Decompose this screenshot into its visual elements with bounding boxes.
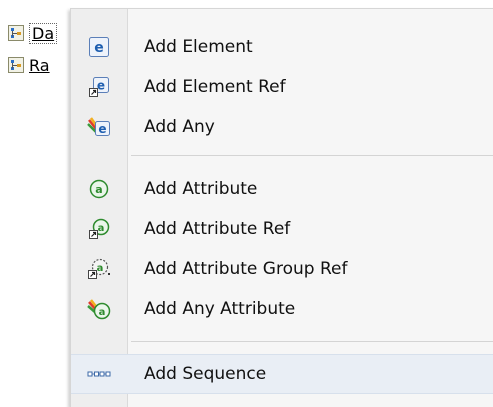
menu-item-add-any[interactable]: e Add Any: [71, 107, 493, 147]
menu-item-add-element-ref[interactable]: e Add Element Ref: [71, 67, 493, 107]
menu-item-label: Add Attribute: [144, 179, 258, 199]
menu-separator: [131, 341, 493, 342]
menu-item-label: Add Any Attribute: [144, 299, 296, 319]
menu-item-add-attribute-group-ref[interactable]: a Add Attribute Group Ref: [71, 249, 493, 289]
context-menu: e Add Element e Add Element Ref e Add An…: [70, 8, 493, 407]
element-ref-icon: e: [87, 75, 111, 99]
attribute-group-ref-icon: a: [87, 257, 111, 281]
svg-text:e: e: [98, 122, 106, 136]
menu-item-label: Add Sequence: [144, 364, 267, 384]
svg-text:a: a: [99, 307, 106, 318]
tree-item-label: Da: [29, 22, 58, 44]
menu-item-label: Add Attribute Ref: [144, 219, 291, 239]
menu-item-add-attribute-ref[interactable]: a Add Attribute Ref: [71, 209, 493, 249]
any-element-icon: e: [87, 115, 111, 139]
any-attribute-icon: a: [87, 297, 111, 321]
svg-text:e: e: [97, 79, 105, 93]
menu-item-add-any-attribute[interactable]: a Add Any Attribute: [71, 289, 493, 329]
menu-item-add-element[interactable]: e Add Element: [71, 27, 493, 67]
sequence-icon: [87, 362, 111, 386]
menu-item-add-attribute[interactable]: a Add Attribute: [71, 169, 493, 209]
tree-item-ra[interactable]: Ra: [8, 52, 50, 78]
menu-item-add-sequence[interactable]: Add Sequence: [71, 354, 493, 394]
tree-item-da[interactable]: Da: [8, 20, 58, 46]
menu-item-label: Add Element: [144, 37, 253, 57]
attribute-ref-icon: a: [87, 217, 111, 241]
svg-text:a: a: [98, 223, 105, 234]
xsd-node-icon: [8, 25, 24, 41]
svg-text:a: a: [95, 183, 102, 196]
menu-separator: [131, 155, 493, 156]
tree-item-label: Ra: [29, 55, 50, 75]
element-icon: e: [87, 35, 111, 59]
xsd-node-icon: [8, 57, 24, 73]
svg-text:e: e: [94, 40, 104, 56]
menu-item-label: Add Element Ref: [144, 77, 286, 97]
attribute-icon: a: [87, 177, 111, 201]
menu-item-label: Add Attribute Group Ref: [144, 259, 348, 279]
menu-item-label: Add Any: [144, 117, 215, 137]
svg-text:a: a: [97, 263, 104, 274]
